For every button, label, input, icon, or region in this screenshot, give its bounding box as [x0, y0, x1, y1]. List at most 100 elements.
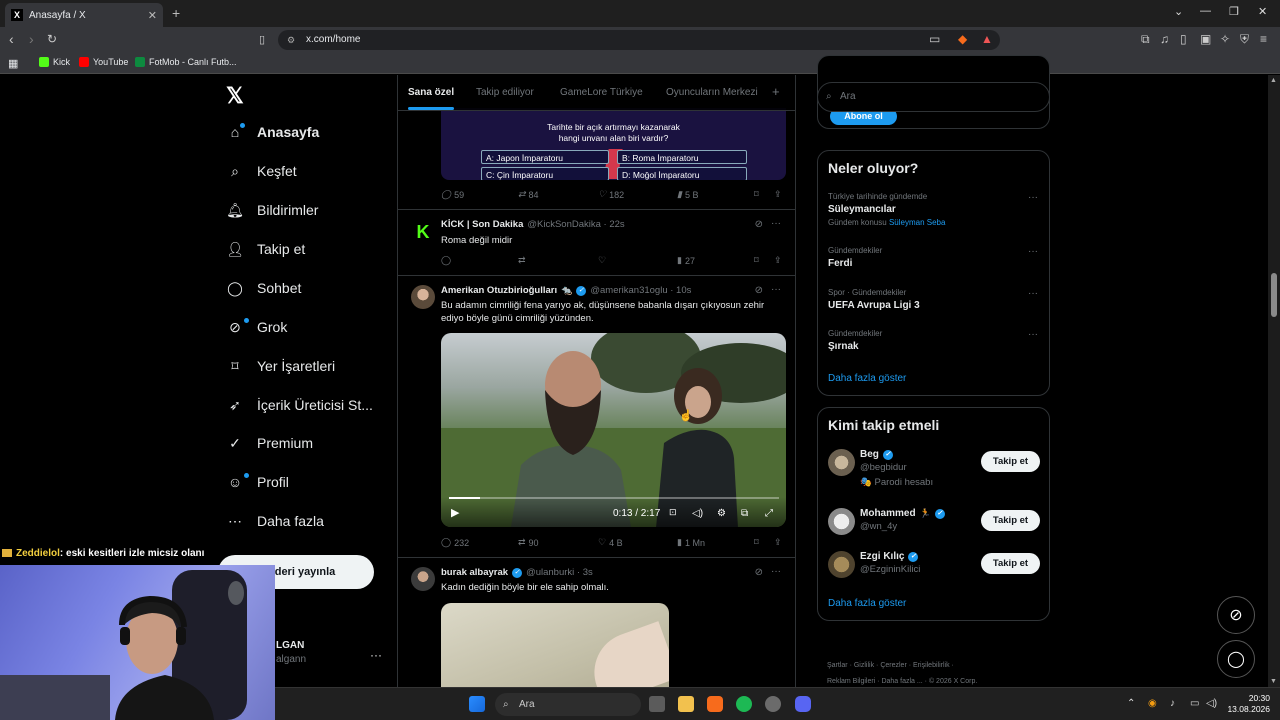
suggested-account[interactable]: Beg ✓ @begbidur 🎭 Parodi hesabı Takip et: [828, 449, 1040, 493]
reload-icon[interactable]: ↻: [47, 32, 57, 46]
like-button[interactable]: ♡ 4 B: [598, 537, 623, 548]
post-more-icon[interactable]: ···: [771, 218, 781, 229]
trend-more-icon[interactable]: ···: [1028, 288, 1038, 299]
trend-more-icon[interactable]: ···: [1028, 246, 1038, 257]
share-button[interactable]: ⇪: [774, 537, 782, 548]
tab-gamelore[interactable]: GameLore Türkiye: [560, 87, 643, 98]
settings-icon[interactable]: ⚙: [717, 508, 726, 519]
scrollbar-thumb[interactable]: [1271, 273, 1277, 317]
views-button[interactable]: ▮ 1 Mn: [677, 537, 705, 548]
nav-item-profile[interactable]: ☺ Profil: [226, 473, 289, 491]
trend-item[interactable]: Gündemdekiler Ferdi ···: [828, 246, 1040, 269]
leo-icon[interactable]: ✧: [1220, 32, 1230, 46]
grok-explain-icon[interactable]: ⊘: [755, 567, 763, 578]
like-button[interactable]: ♡: [598, 255, 606, 266]
sidebar-icon[interactable]: ▯: [1180, 32, 1187, 46]
reply-button[interactable]: ◯: [441, 255, 451, 266]
nav-item-grok[interactable]: ⊘ Grok: [226, 318, 287, 336]
new-tab-icon[interactable]: +: [172, 5, 180, 21]
suggested-account[interactable]: Ezgi Kılıç ✓ @EzgininKilici Takip et: [828, 551, 1040, 585]
nav-item-bell[interactable]: 🔔︎ Bildirimler: [226, 201, 318, 219]
apps-icon[interactable]: ▦: [8, 57, 18, 70]
trend-item[interactable]: Türkiye tarihinde gündemde Süleymancılar…: [828, 192, 1040, 227]
post-author[interactable]: KİCK | Son Dakika @KickSonDakika · 22s: [441, 219, 625, 230]
page-scrollbar[interactable]: ▲ ▼: [1268, 75, 1280, 687]
menu-icon[interactable]: ≡: [1260, 32, 1267, 46]
file-explorer-icon[interactable]: [678, 696, 694, 712]
nav-item-rocket[interactable]: ➶ İçerik Üreticisi St...: [226, 396, 373, 414]
follow-button[interactable]: Takip et: [981, 553, 1040, 574]
brave-shields-icon[interactable]: ◆: [958, 32, 967, 46]
media-icon[interactable]: ♫: [1160, 32, 1169, 46]
nav-item-search[interactable]: ⌕ Keşfet: [226, 162, 297, 180]
tab-following[interactable]: Takip ediliyor: [476, 87, 534, 98]
avatar[interactable]: [411, 285, 435, 309]
follow-button[interactable]: Takip et: [981, 451, 1040, 472]
tray-expand-icon[interactable]: ⌃: [1127, 698, 1135, 709]
forward-icon[interactable]: ›: [29, 31, 34, 47]
grok-explain-icon[interactable]: ⊘: [755, 285, 763, 296]
tab-oyuncularin-merkezi[interactable]: Oyuncuların Merkezi: [666, 87, 758, 98]
site-info-icon[interactable]: ⚙: [287, 30, 295, 50]
reply-button[interactable]: ◯ 232: [441, 537, 469, 548]
follow-button[interactable]: Takip et: [981, 510, 1040, 531]
bookmark-fotmob[interactable]: FotMob - Canlı Futb...: [135, 57, 237, 67]
views-button[interactable]: ▮ 5 B: [677, 189, 698, 200]
fullscreen-icon[interactable]: ⤢: [765, 508, 773, 519]
maximize-icon[interactable]: ❐: [1229, 5, 1239, 18]
search-input[interactable]: ⌕ Ara: [817, 82, 1050, 112]
picture-in-picture-icon[interactable]: ⧉: [741, 508, 748, 519]
quiz-image[interactable]: Tarihte bir açık artırmayı kazanarak hang…: [441, 108, 786, 180]
avatar[interactable]: [411, 567, 435, 591]
vpn-icon[interactable]: ⛨: [1240, 32, 1249, 47]
task-view-icon[interactable]: [649, 696, 665, 712]
close-window-icon[interactable]: ✕: [1258, 5, 1267, 18]
microphone-icon[interactable]: ♪: [1170, 698, 1175, 709]
network-icon[interactable]: ▭: [1190, 698, 1199, 709]
bookmark-youtube[interactable]: YouTube: [79, 57, 128, 67]
steam-icon[interactable]: [765, 696, 781, 712]
trend-link[interactable]: Süleyman Seba: [889, 218, 945, 227]
post-more-icon[interactable]: ···: [771, 284, 781, 295]
extensions-icon[interactable]: ⧉: [1141, 32, 1150, 47]
share-button[interactable]: ⇪: [774, 255, 782, 266]
nav-item-person-add[interactable]: 👤︎ Takip et: [226, 240, 305, 258]
wallet-icon[interactable]: ▣: [1200, 32, 1211, 46]
volume-icon[interactable]: ◁): [692, 508, 703, 519]
nav-item-chat[interactable]: ◯ Sohbet: [226, 279, 301, 297]
repost-button[interactable]: ⇄ 90: [518, 537, 539, 548]
bookmark-button[interactable]: ⌑: [754, 537, 759, 548]
windows-start-icon[interactable]: [469, 696, 485, 712]
trend-more-icon[interactable]: ···: [1028, 192, 1038, 203]
video-player[interactable]: ▶ 0:13 / 2:17 ⊡ ◁) ⚙ ⧉ ⤢ ☝: [441, 333, 786, 527]
brave-rewards-icon[interactable]: ▲: [981, 32, 993, 46]
x-logo-icon[interactable]: 𝕏: [226, 83, 244, 109]
reply-button[interactable]: ◯ 59: [441, 189, 464, 200]
spotify-icon[interactable]: [736, 696, 752, 712]
account-switcher[interactable]: LGAN algann: [276, 640, 306, 665]
share-button[interactable]: ⇪: [774, 189, 782, 200]
bookmark-button[interactable]: ⌑: [754, 255, 759, 266]
captions-icon[interactable]: ⊡: [669, 507, 677, 518]
tab-list-icon[interactable]: ⌄: [1174, 5, 1183, 18]
bookmark-kick[interactable]: Kick: [39, 57, 70, 67]
grok-explain-icon[interactable]: ⊘: [755, 219, 763, 230]
minimize-icon[interactable]: —: [1200, 5, 1211, 17]
nav-item-bookmark[interactable]: ⌑ Yer İşaretleri: [226, 357, 335, 375]
address-bar[interactable]: ⚙ x.com/home: [278, 30, 1000, 50]
scroll-up-icon[interactable]: ▲: [1270, 77, 1277, 84]
trend-item[interactable]: Spor · Gündemdekiler UEFA Avrupa Ligi 3 …: [828, 288, 1040, 311]
bookmark-button[interactable]: ⌑: [754, 189, 759, 200]
suggested-account[interactable]: Mohammed 🏃 ✓ @wn_4y Takip et: [828, 508, 1040, 542]
account-more-icon[interactable]: ···: [370, 648, 382, 662]
add-tab-icon[interactable]: +: [772, 84, 780, 99]
like-button[interactable]: ♡ 182: [598, 189, 624, 200]
tray-app-icon[interactable]: ◉: [1148, 698, 1157, 709]
trend-more-icon[interactable]: ···: [1028, 329, 1038, 340]
post-author[interactable]: burak albayrak ✓ @ulanburki · 3s: [441, 567, 593, 578]
scroll-down-icon[interactable]: ▼: [1270, 678, 1277, 685]
volume-icon[interactable]: ◁): [1206, 698, 1217, 709]
close-tab-icon[interactable]: ✕: [148, 9, 157, 22]
post-more-icon[interactable]: ···: [771, 566, 781, 577]
post-author[interactable]: Amerikan Otuzbirioğulları 🐀 ✓ @amerikan31og…: [441, 285, 691, 296]
